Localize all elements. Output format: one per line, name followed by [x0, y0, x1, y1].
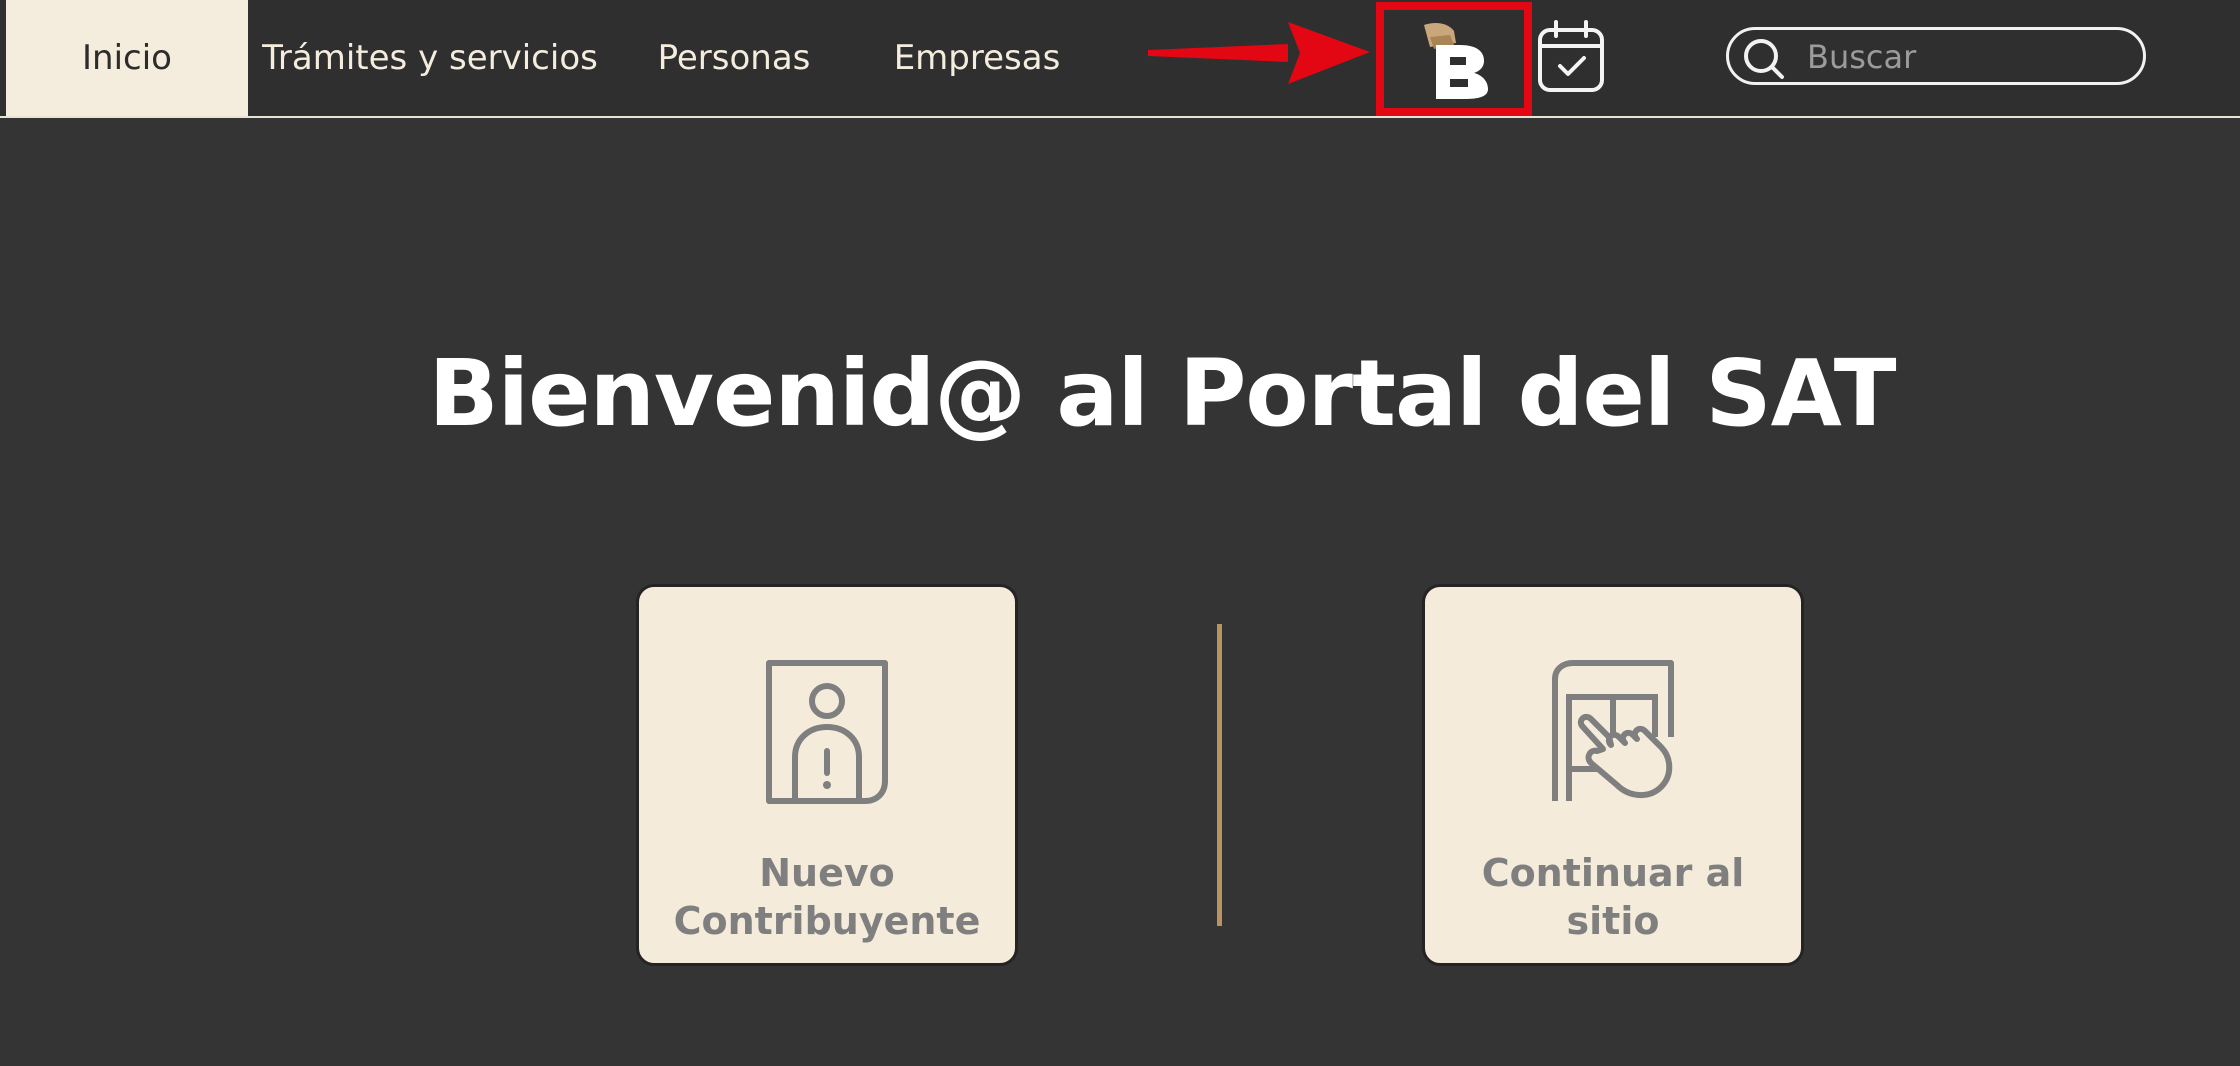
- brand-b-logo-icon: [1424, 23, 1488, 99]
- continuar-al-sitio-label: Continuar al sitio: [1435, 849, 1791, 945]
- red-arrow-icon: [1148, 22, 1370, 84]
- nav-item-empresas[interactable]: Empresas: [876, 0, 1078, 116]
- nuevo-contribuyente-label: Nuevo Contribuyente: [649, 849, 1005, 945]
- search-input[interactable]: [1805, 34, 2129, 80]
- search-icon[interactable]: [1741, 36, 1785, 80]
- card-label-line: Contribuyente: [673, 899, 981, 943]
- card-label-line: Continuar al: [1481, 851, 1745, 895]
- search-box: [1726, 27, 2146, 85]
- nuevo-contribuyente-button[interactable]: Nuevo Contribuyente: [636, 584, 1018, 966]
- nav-item-inicio[interactable]: Inicio: [6, 0, 248, 116]
- touch-screen-hand-icon: [1552, 660, 1674, 801]
- card-label-line: Nuevo: [759, 851, 895, 895]
- nav-item-tramites-y-servicios[interactable]: Trámites y servicios: [262, 0, 598, 116]
- id-card-person-alert-icon: [766, 660, 888, 804]
- brand-logo-button[interactable]: [1376, 2, 1532, 116]
- page-title-text: Bienvenid@ al Portal del SAT: [428, 340, 1897, 447]
- calendar-check-icon[interactable]: [1534, 20, 1610, 96]
- page-title: Bienvenid@ al Portal del SAT: [0, 340, 2240, 447]
- nav-item-personas[interactable]: Personas: [630, 0, 838, 116]
- continuar-al-sitio-button[interactable]: Continuar al sitio: [1422, 584, 1804, 966]
- card-label-line: sitio: [1566, 899, 1660, 943]
- top-navigation-bar: Inicio Trámites y servicios Personas Emp…: [0, 0, 2240, 118]
- sat-portal-page: Inicio Trámites y servicios Personas Emp…: [0, 0, 2240, 1066]
- card-divider: [1217, 624, 1222, 926]
